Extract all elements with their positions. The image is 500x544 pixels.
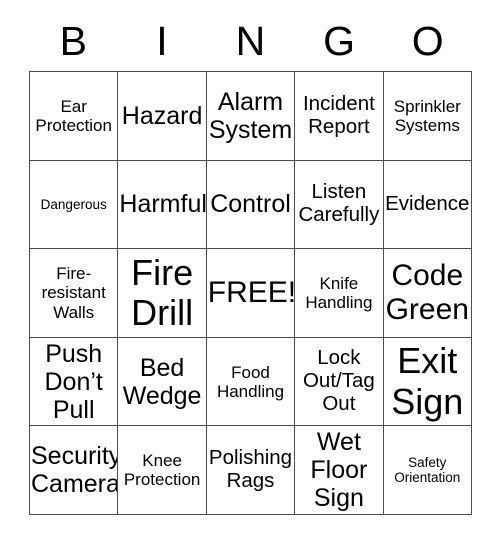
bingo-cell-label: Dangerous [40,196,107,212]
bingo-cell-r4c3[interactable]: Food Handling [206,337,296,427]
bingo-cell-label: Lock Out/Tag Out [302,346,375,416]
bingo-cell-r5c4[interactable]: Wet Floor Sign [295,426,384,515]
bingo-header-letter-n: N [235,18,266,64]
bingo-cell-label: Alarm System [208,87,293,144]
bingo-cell-r1c4[interactable]: Incident Report [295,72,384,161]
bingo-cell-label: Incident Report [302,91,375,138]
bingo-cell-label: Listen Carefully [298,180,380,227]
bingo-cell-r5c5[interactable]: Safety Orientation [383,426,472,515]
bingo-cell-r1c3[interactable]: Alarm System [206,72,296,161]
bingo-cell-label: Ear Protection [35,96,112,135]
bingo-cell-r1c2[interactable]: Hazard [118,72,207,161]
bingo-cell-r3c2[interactable]: Fire Drill [118,249,207,338]
bingo-cell-r3c3[interactable]: FREE! [206,249,296,338]
bingo-cell-label: FREE! [207,276,296,310]
bingo-cell-r3c5[interactable]: Code Green [383,249,472,338]
bingo-cell-label: Wet Floor Sign [310,428,368,513]
bingo-header-letter-i: I [156,18,168,64]
bingo-cell-r2c1[interactable]: Dangerous [30,160,119,250]
bingo-cell-label: Code Green [385,259,469,326]
bingo-cell-r3c4[interactable]: Knife Handling [295,249,384,338]
bingo-cell-r2c2[interactable]: Harmful [118,160,207,250]
bingo-cell-label: Fire Drill [131,251,194,333]
bingo-cell-label: Food Handling [216,362,285,401]
bingo-card: B I N G O Ear Protection Hazard Alarm System In… [0,0,500,544]
bingo-cell-label: Knife Handling [305,273,373,312]
bingo-cell-r4c1[interactable]: Push Don’t Pull [30,337,119,427]
bingo-cell-r5c3[interactable]: Polishing Rags [206,426,296,515]
bingo-cell-r2c5[interactable]: Evidence [383,160,472,250]
bingo-grid: Ear Protection Hazard Alarm System Incident… [29,71,472,515]
bingo-cell-label: Fire- resistant Walls [41,264,106,322]
bingo-cell-label: Push Don’t Pull [44,339,103,424]
bingo-cell-label: Sprinkler Systems [393,96,461,135]
bingo-cell-label: Control [210,190,291,219]
bingo-cell-r1c5[interactable]: Sprinkler Systems [383,72,472,161]
bingo-header-letter-b: B [59,18,87,64]
bingo-cell-label: Exit Sign [391,340,464,422]
bingo-cell-label: Knee Protection [123,451,201,490]
bingo-header-letter-o: O [411,18,444,64]
bingo-cell-r5c2[interactable]: Knee Protection [118,426,207,515]
bingo-cell-label: Security Camera [31,442,119,499]
bingo-cell-label: Evidence [385,191,470,215]
bingo-cell-r4c2[interactable]: Bed Wedge [118,337,207,427]
bingo-cell-r1c1[interactable]: Ear Protection [30,72,119,161]
bingo-cell-r4c4[interactable]: Lock Out/Tag Out [295,337,384,427]
bingo-cell-label: Harmful [119,190,207,219]
bingo-cell-label: Bed Wedge [122,353,202,410]
bingo-cell-r4c5[interactable]: Exit Sign [383,337,472,427]
bingo-cell-r2c3[interactable]: Control [206,160,296,250]
bingo-cell-r5c1[interactable]: Security Camera [30,426,119,515]
bingo-cell-r3c1[interactable]: Fire- resistant Walls [30,249,119,338]
bingo-cell-label: Hazard [121,101,203,130]
bingo-cell-r2c4[interactable]: Listen Carefully [295,160,384,250]
bingo-header-row: BINGO [29,14,472,69]
bingo-cell-label: Safety Orientation [394,455,461,486]
bingo-cell-label: Polishing Rags [208,446,293,493]
bingo-header-letter-g: G [323,18,356,64]
